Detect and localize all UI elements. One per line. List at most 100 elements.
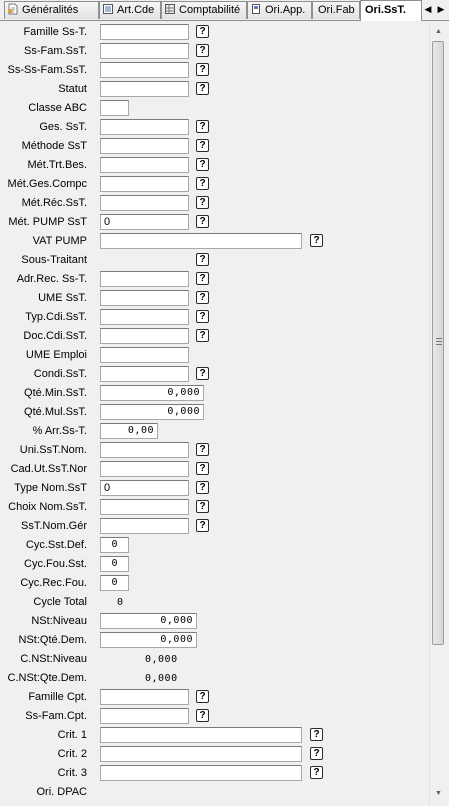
type-nom-sst-input[interactable]: 0 (100, 480, 189, 496)
scroll-down-icon[interactable]: ▼ (430, 785, 447, 802)
help-button[interactable]: ? (196, 215, 209, 228)
field-row-ss-fam-sst: Ss-Fam.SsT. ? (0, 42, 429, 61)
field-label: NSt:Niveau (31, 615, 87, 627)
help-button[interactable]: ? (196, 82, 209, 95)
famille-sst-input[interactable] (100, 24, 189, 40)
help-button[interactable]: ? (196, 291, 209, 304)
adr-rec-sst-input[interactable] (100, 271, 189, 287)
help-button[interactable]: ? (196, 690, 209, 703)
help-button[interactable]: ? (196, 63, 209, 76)
help-button[interactable]: ? (196, 310, 209, 323)
field-label: Mét.Ges.Compc (7, 178, 87, 190)
met-pump-sst-input[interactable]: 0 (100, 214, 189, 230)
help-button[interactable]: ? (196, 120, 209, 133)
famille-cpt-input[interactable] (100, 689, 189, 705)
field-label: NSt:Qté.Dem. (18, 634, 87, 646)
ges-sst-input[interactable] (100, 119, 189, 135)
field-row-statut: Statut ? (0, 80, 429, 99)
choix-nom-sst-input[interactable] (100, 499, 189, 515)
tab-comptabilite[interactable]: Comptabilité (161, 1, 247, 19)
cad-ut-sst-nor-input[interactable] (100, 461, 189, 477)
help-button[interactable]: ? (310, 234, 323, 247)
help-button[interactable]: ? (196, 709, 209, 722)
ss-ss-fam-sst-input[interactable] (100, 62, 189, 78)
pct-arr-sst-input[interactable]: 0,00 (100, 423, 158, 439)
field-row-cycle-total: Cycle Total 0 (0, 593, 429, 612)
field-label: Typ.Cdi.SsT. (25, 311, 87, 323)
help-button[interactable]: ? (196, 139, 209, 152)
help-button[interactable]: ? (196, 25, 209, 38)
crit-3-input[interactable] (100, 765, 302, 781)
tab-ori-app[interactable]: Ori.App. (247, 1, 312, 19)
help-button[interactable]: ? (196, 44, 209, 57)
help-button[interactable]: ? (310, 728, 323, 741)
sst-nom-ger-input[interactable] (100, 518, 189, 534)
scrollbar-thumb[interactable] (432, 41, 444, 645)
vat-pump-input[interactable] (100, 233, 302, 249)
doc-cdi-sst-input[interactable] (100, 328, 189, 344)
field-row-adr-rec-sst: Adr.Rec. Ss-T. ? (0, 270, 429, 289)
tab-art-cde[interactable]: Art.Cde (99, 1, 161, 19)
help-button[interactable]: ? (196, 500, 209, 513)
field-label: Uni.SsT.Nom. (19, 444, 87, 456)
statut-input[interactable] (100, 81, 189, 97)
field-label: Ss-Fam.Cpt. (25, 710, 87, 722)
tab-generalites[interactable]: Généralités (4, 1, 99, 19)
help-button[interactable]: ? (196, 196, 209, 209)
met-rec-sst-input[interactable] (100, 195, 189, 211)
field-row-crit-1: Crit. 1 ? (0, 726, 429, 745)
help-button[interactable]: ? (196, 367, 209, 380)
met-trt-bes-input[interactable] (100, 157, 189, 173)
help-button[interactable]: ? (196, 519, 209, 532)
ume-sst-input[interactable] (100, 290, 189, 306)
typ-cdi-sst-input[interactable] (100, 309, 189, 325)
help-button[interactable]: ? (196, 177, 209, 190)
vertical-scrollbar[interactable]: ▲ ▼ (429, 21, 447, 806)
tab-scroll-left-icon[interactable]: ◀ (421, 1, 435, 17)
condi-sst-input[interactable] (100, 366, 189, 382)
methode-sst-input[interactable] (100, 138, 189, 154)
field-row-c-nst-qte-dem: C.NSt:Qte.Dem. 0,000 (0, 669, 429, 688)
help-button[interactable]: ? (310, 747, 323, 760)
tab-ori-fab[interactable]: Ori.Fab (312, 1, 360, 19)
tab-scroll-right-icon[interactable]: ▶ (434, 1, 448, 17)
field-row-famille-cpt: Famille Cpt. ? (0, 688, 429, 707)
met-ges-compc-input[interactable] (100, 176, 189, 192)
field-row-type-nom-sst: Type Nom.SsT 0 ? (0, 479, 429, 498)
help-button[interactable]: ? (310, 766, 323, 779)
uni-sst-nom-input[interactable] (100, 442, 189, 458)
help-button[interactable]: ? (196, 462, 209, 475)
field-row-crit-3: Crit. 3 ? (0, 764, 429, 783)
help-button[interactable]: ? (196, 329, 209, 342)
field-label: Doc.Cdi.SsT. (23, 330, 87, 342)
help-button[interactable]: ? (196, 481, 209, 494)
help-button[interactable]: ? (196, 253, 209, 266)
tab-ori-sst[interactable]: Ori.SsT. (360, 0, 422, 21)
cyc-sst-def-input[interactable]: 0 (100, 537, 129, 553)
cyc-fou-sst-input[interactable]: 0 (100, 556, 129, 572)
scroll-up-icon[interactable]: ▲ (430, 23, 447, 40)
classe-abc-input[interactable] (100, 100, 129, 116)
help-button[interactable]: ? (196, 272, 209, 285)
ume-emploi-input[interactable] (100, 347, 189, 363)
crit-1-input[interactable] (100, 727, 302, 743)
field-label: Crit. 2 (57, 748, 87, 760)
crit-2-input[interactable] (100, 746, 302, 762)
nst-qte-dem-input[interactable]: 0,000 (100, 632, 197, 648)
field-row-ss-ss-fam-sst: Ss-Ss-Fam.SsT. ? (0, 61, 429, 80)
field-row-pct-arr-sst: % Arr.Ss-T. 0,00 (0, 422, 429, 441)
qte-mul-sst-input[interactable]: 0,000 (100, 404, 204, 420)
field-row-classe-abc: Classe ABC (0, 99, 429, 118)
ss-fam-sst-input[interactable] (100, 43, 189, 59)
help-button[interactable]: ? (196, 443, 209, 456)
field-label: Cyc.Fou.Sst. (24, 558, 87, 570)
qte-min-sst-input[interactable]: 0,000 (100, 385, 204, 401)
c-nst-niveau-value: 0,000 (145, 654, 178, 665)
nst-niveau-input[interactable]: 0,000 (100, 613, 197, 629)
help-button[interactable]: ? (196, 158, 209, 171)
cyc-rec-fou-input[interactable]: 0 (100, 575, 129, 591)
ss-fam-cpt-input[interactable] (100, 708, 189, 724)
form-panel: Famille Ss-T. ? Ss-Fam.SsT. ? Ss-Ss-Fam.… (0, 21, 429, 806)
field-label: Méthode SsT (21, 140, 87, 152)
field-label: Ges. SsT. (39, 121, 87, 133)
